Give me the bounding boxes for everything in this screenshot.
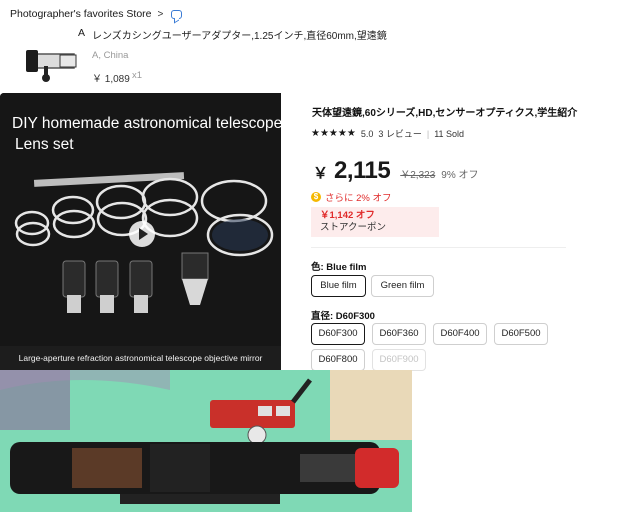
telescope-photo[interactable]	[0, 370, 412, 512]
rating-value: 5.0	[360, 128, 374, 139]
product-title: 天体望遠鏡,60シリーズ,HD,センサーオプティクス,学生紹介	[312, 108, 578, 119]
discount-percent: 9% オフ	[441, 170, 479, 181]
size-option-d60f800[interactable]: D60F800	[311, 349, 365, 371]
price-row: ￥ 2,115 ￥2,323 9% オフ	[313, 157, 479, 185]
order-quantity: x1	[132, 70, 143, 81]
store-coupon[interactable]: ￥1,142 オフ ストアクーポン	[311, 207, 439, 237]
coupon-amount: ￥1,142 オフ	[320, 210, 375, 221]
play-icon[interactable]	[129, 221, 155, 247]
sold-count: 11 Sold	[434, 128, 465, 139]
product-video[interactable]: DIY homemade astronomical telescope Lens…	[0, 93, 281, 370]
video-caption: Large-aperture refraction astronomical t…	[0, 346, 281, 370]
video-headline: DIY homemade astronomical telescope Lens…	[12, 113, 281, 155]
color-option-green-film[interactable]: Green film	[371, 275, 434, 297]
size-option-d60f360[interactable]: D60F360	[372, 323, 426, 345]
color-label: 色: Blue film	[311, 262, 367, 273]
current-price: 2,115	[334, 157, 391, 184]
headline-line-1: DIY homemade astronomical telescope	[12, 115, 281, 132]
telescope-illustration	[0, 370, 412, 512]
divider-line	[311, 247, 566, 248]
order-price: ￥ 1,089	[92, 74, 130, 85]
chevron-right-icon: >	[157, 8, 164, 20]
headline-line-2: Lens set	[15, 136, 74, 153]
color-option-blue-film[interactable]: Blue film	[311, 275, 366, 297]
adapter-thumbnail[interactable]	[22, 42, 82, 86]
extra-discount: $ さらに 2% オフ	[311, 190, 392, 204]
order-marker: A	[78, 27, 86, 39]
coin-icon: $	[311, 192, 321, 202]
star-rating-icon: ★★★★★	[311, 128, 356, 139]
coupon-label: ストアクーポン	[320, 222, 387, 233]
review-count[interactable]: 3 レビュー	[378, 127, 422, 140]
divider: |	[426, 128, 430, 139]
order-origin: A, China	[92, 50, 129, 61]
order-item-title[interactable]: レンズカシングユーザーアダプター,1.25インチ,直径60mm,望遠鏡	[92, 27, 387, 42]
store-name: Photographer's favorites Store	[10, 8, 152, 20]
original-price: ￥2,323	[400, 170, 436, 181]
size-label: 直径: D60F300	[311, 311, 375, 322]
rating-row: ★★★★★ 5.0 3 レビュー | 11 Sold	[311, 127, 464, 140]
currency-symbol: ￥	[313, 165, 329, 182]
size-option-d60f300[interactable]: D60F300	[311, 323, 365, 345]
size-option-d60f900: D60F900	[372, 349, 426, 371]
size-option-d60f500[interactable]: D60F500	[494, 323, 548, 345]
store-link[interactable]: Photographer's favorites Store >	[10, 8, 183, 20]
chat-icon[interactable]	[171, 9, 183, 19]
size-option-d60f400[interactable]: D60F400	[433, 323, 487, 345]
extra-discount-text: さらに 2% オフ	[325, 193, 392, 204]
